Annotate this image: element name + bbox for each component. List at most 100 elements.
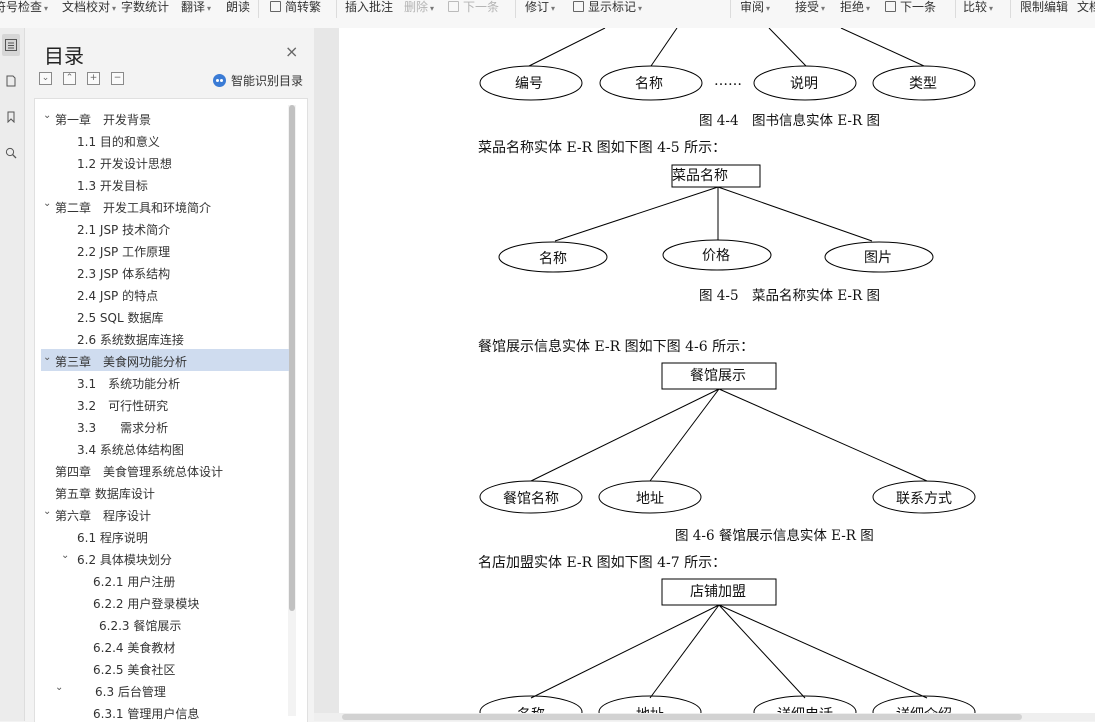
- toolbar-separator: [955, 0, 956, 18]
- toc-item[interactable]: 3.4 系统总体结构图: [41, 437, 289, 459]
- figure-caption: 图 4-6 餐馆展示信息实体 E-R 图: [675, 528, 874, 544]
- toolbar-item-11[interactable]: 审阅 ▾: [740, 0, 770, 14]
- toc-item-label: 3.3 需求分析: [77, 421, 169, 435]
- expand-toggle-icon[interactable]: ⌄: [43, 352, 51, 363]
- er-entity: 菜品名称: [672, 168, 728, 184]
- toolbar-item-13[interactable]: 拒绝 ▾: [840, 0, 870, 14]
- horizontal-scrollbar[interactable]: [314, 713, 1095, 721]
- body-paragraph: 菜品名称实体 E-R 图如下图 4-5 所示：: [478, 140, 727, 156]
- toolbar-item-label: 插入批注: [345, 0, 394, 14]
- toc-panel: 目录 × ⌄ ⌃ + − 智能识别目录 ⌄ 第一章 开发背景 1.1 目的和意义 1.…: [25, 28, 314, 722]
- toc-item[interactable]: 3.1 系统功能分析: [41, 371, 289, 393]
- toc-item[interactable]: ⌄ 第一章 开发背景: [41, 107, 289, 129]
- chapter-nav-icon[interactable]: [2, 70, 20, 92]
- expand-toggle-icon[interactable]: ⌄: [43, 198, 51, 209]
- toolbar-item-9[interactable]: 修订 ▾: [525, 0, 555, 14]
- remove-heading-button[interactable]: −: [111, 72, 124, 85]
- toc-item-label: 6.2 具体模块划分: [77, 553, 172, 567]
- toc-item[interactable]: ⌄ 6.3 后台管理: [41, 679, 289, 701]
- toolbar-item-label: 符号检查: [0, 0, 43, 14]
- toolbar-item-1[interactable]: 文档校对 ▾: [62, 0, 116, 14]
- expand-toggle-icon[interactable]: ⌄: [61, 550, 69, 561]
- toc-item[interactable]: 6.3.1 管理用户信息: [41, 701, 289, 722]
- toolbar-item-12[interactable]: 接受 ▾: [795, 0, 825, 14]
- toc-item-label: 2.2 JSP 工作原理: [77, 245, 171, 259]
- toc-item[interactable]: 第四章 美食管理系统总体设计: [41, 459, 289, 481]
- toc-title: 目录: [44, 44, 84, 68]
- toc-item-label: 2.3 JSP 体系结构: [77, 267, 171, 281]
- toolbar-item-10[interactable]: 显示标记 ▾: [573, 0, 642, 14]
- toc-item[interactable]: 6.2.5 美食社区: [41, 657, 289, 679]
- toolbar-item-label: 限制编辑: [1020, 0, 1069, 14]
- toolbar-item-17[interactable]: 文档: [1077, 0, 1095, 14]
- chevron-down-icon: ▾: [430, 4, 435, 13]
- toc-item[interactable]: 3.2 可行性研究: [41, 393, 289, 415]
- toc-item[interactable]: 1.1 目的和意义: [41, 129, 289, 151]
- toc-item[interactable]: 2.6 系统数据库连接: [41, 327, 289, 349]
- toolbar-item-label: 文档校对: [62, 0, 111, 14]
- toolbar-item-14[interactable]: 下一条: [885, 0, 936, 14]
- expand-all-button[interactable]: ⌃: [63, 72, 76, 85]
- toc-item[interactable]: 2.1 JSP 技术简介: [41, 217, 289, 239]
- toc-item[interactable]: 第五章 数据库设计: [41, 481, 289, 503]
- er-attribute: 名称: [539, 251, 567, 267]
- toolbar-separator: [258, 0, 259, 18]
- toc-item[interactable]: 1.3 开发目标: [41, 173, 289, 195]
- toc-item[interactable]: 2.3 JSP 体系结构: [41, 261, 289, 283]
- toc-item[interactable]: 6.2.3 餐馆展示: [41, 613, 289, 635]
- toc-item-label: 3.2 可行性研究: [77, 399, 169, 413]
- document-area: 编号 名称 …… 说明 类型 图 4-4 图书信息实体 E-R 图 菜品名称实体…: [314, 28, 1095, 721]
- toolbar-item-3[interactable]: 翻译 ▾: [181, 0, 211, 14]
- toc-item[interactable]: 6.2.1 用户注册: [41, 569, 289, 591]
- toc-item[interactable]: ⌄ 6.2 具体模块划分: [41, 547, 289, 569]
- toc-item-label: 2.5 SQL 数据库: [77, 311, 164, 325]
- toc-item[interactable]: 6.2.2 用户登录模块: [41, 591, 289, 613]
- toolbar-item-5[interactable]: 简转繁: [270, 0, 321, 14]
- toolbar-item-6[interactable]: 插入批注: [345, 0, 393, 14]
- chevron-down-icon: ▾: [112, 4, 117, 13]
- add-heading-button[interactable]: +: [87, 72, 100, 85]
- bookmark-icon[interactable]: [2, 106, 20, 128]
- toc-item[interactable]: 3.3 需求分析: [41, 415, 289, 437]
- toolbar-item-8[interactable]: 下一条: [448, 0, 499, 14]
- toc-item[interactable]: ⌄ 第二章 开发工具和环境简介: [41, 195, 289, 217]
- toc-item[interactable]: ⌄ 第六章 程序设计: [41, 503, 289, 525]
- toc-item[interactable]: 1.2 开发设计思想: [41, 151, 289, 173]
- toolbar-item-16[interactable]: 限制编辑: [1020, 0, 1068, 14]
- expand-toggle-icon[interactable]: ⌄: [43, 506, 51, 517]
- toolbar-item-label: 删除: [404, 0, 429, 14]
- toc-scrollbar-thumb[interactable]: [289, 105, 295, 611]
- horizontal-scrollbar-thumb[interactable]: [342, 714, 1022, 720]
- toolbar-item-4[interactable]: 朗读: [226, 0, 250, 14]
- toc-item[interactable]: ⌄ 第三章 美食网功能分析: [41, 349, 289, 371]
- toc-panel-icon[interactable]: [2, 34, 20, 56]
- close-icon[interactable]: ×: [285, 42, 298, 61]
- search-icon[interactable]: [2, 142, 20, 164]
- toc-item-label: 2.1 JSP 技术简介: [77, 223, 171, 237]
- toc-item[interactable]: 6.2.4 美食教材: [41, 635, 289, 657]
- toolbar-item-0[interactable]: 符号检查▾: [0, 0, 48, 14]
- toolbar-item-2[interactable]: 字数统计: [121, 0, 169, 14]
- toc-item-label: 第一章 开发背景: [55, 113, 152, 127]
- toc-item-label: 第二章 开发工具和环境简介: [55, 201, 212, 215]
- toc-item[interactable]: 2.2 JSP 工作原理: [41, 239, 289, 261]
- toolbar-item-15[interactable]: 比较 ▾: [963, 0, 993, 14]
- toc-item-label: 1.2 开发设计思想: [77, 157, 172, 171]
- toc-item-label: 3.4 系统总体结构图: [77, 443, 184, 457]
- toc-item[interactable]: 2.5 SQL 数据库: [41, 305, 289, 327]
- toolbar-item-label: 简转繁: [285, 0, 322, 14]
- toc-item-label: 第四章 美食管理系统总体设计: [55, 465, 224, 479]
- convert-icon: [270, 1, 281, 12]
- toolbar-item-7[interactable]: 删除 ▾: [404, 0, 434, 14]
- expand-toggle-icon[interactable]: ⌄: [55, 682, 63, 693]
- er-entity: 店铺加盟: [690, 584, 746, 600]
- toolbar-item-label: 下一条: [900, 0, 937, 14]
- toc-item[interactable]: 2.4 JSP 的特点: [41, 283, 289, 305]
- er-attribute: 编号: [515, 76, 543, 92]
- er-attribute: 联系方式: [896, 491, 952, 507]
- smart-toc-button[interactable]: 智能识别目录: [213, 72, 303, 89]
- toc-item[interactable]: 6.1 程序说明: [41, 525, 289, 547]
- collapse-all-button[interactable]: ⌄: [39, 72, 52, 85]
- er-ellipsis: ……: [714, 73, 742, 89]
- expand-toggle-icon[interactable]: ⌄: [43, 110, 51, 121]
